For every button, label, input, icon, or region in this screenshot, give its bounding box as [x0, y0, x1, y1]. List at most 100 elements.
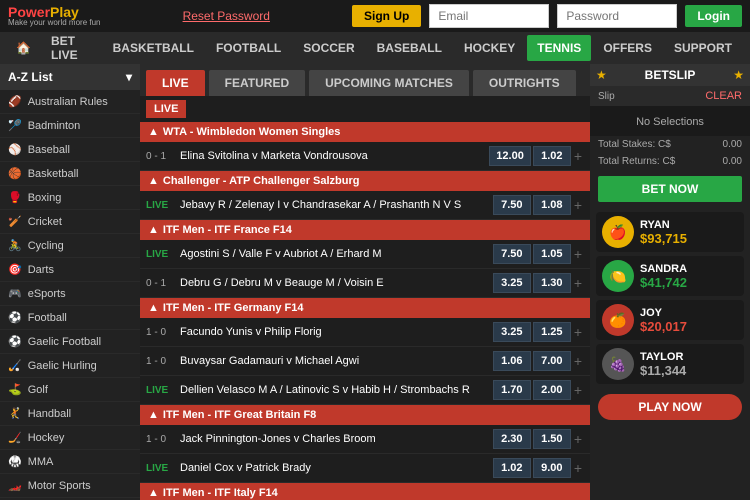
match-score: 0 - 1 — [146, 278, 174, 289]
odd-button-2[interactable]: 1.50 — [533, 429, 571, 449]
betslip-label: Slip — [598, 91, 615, 102]
odd-button-1[interactable]: 12.00 — [489, 146, 531, 166]
sidebar-item-gaelic-football[interactable]: ⚽Gaelic Football — [0, 330, 140, 354]
more-icon[interactable]: + — [572, 460, 584, 476]
chevron-down-icon: ▾ — [126, 70, 132, 84]
sidebar-item-cricket[interactable]: 🏏Cricket — [0, 210, 140, 234]
odd-button-1[interactable]: 7.50 — [493, 244, 531, 264]
sport-icon: 🏸 — [8, 119, 22, 132]
odd-button-1[interactable]: 1.70 — [493, 380, 531, 400]
tab-live[interactable]: LIVE — [146, 70, 205, 96]
collapse-icon[interactable]: ▲ — [148, 224, 159, 236]
sidebar-item-football[interactable]: ⚽Football — [0, 306, 140, 330]
sidebar-item-australian-rules[interactable]: 🏈Australian Rules — [0, 90, 140, 114]
play-now-button[interactable]: PLAY NOW — [598, 394, 742, 420]
password-input[interactable] — [557, 4, 677, 28]
nav-offers[interactable]: OFFERS — [593, 35, 662, 61]
nav-basketball[interactable]: BASKETBALL — [103, 35, 204, 61]
collapse-icon[interactable]: ▲ — [148, 126, 159, 138]
logo: PowerPlay Make your world more fun — [8, 5, 100, 27]
odd-button-2[interactable]: 1.02 — [533, 146, 571, 166]
winner-card-taylor[interactable]: 🍇 TAYLOR $11,344 — [596, 344, 744, 384]
sport-icon: 🥋 — [8, 455, 22, 468]
sidebar-item-handball[interactable]: 🤾Handball — [0, 402, 140, 426]
odd-button-1[interactable]: 3.25 — [493, 273, 531, 293]
winner-card-sandra[interactable]: 🍋 SANDRA $41,742 — [596, 256, 744, 296]
collapse-icon[interactable]: ▲ — [148, 409, 159, 421]
more-icon[interactable]: + — [572, 431, 584, 447]
clear-button[interactable]: CLEAR — [705, 90, 742, 102]
no-selections-area: No Selections — [590, 106, 750, 136]
sidebar-item-esports[interactable]: 🎮eSports — [0, 282, 140, 306]
table-row: 1 - 0 Jack Pinnington-Jones v Charles Br… — [140, 425, 590, 454]
section-challenger: ▲ Challenger - ATP Challenger Salzburg — [140, 171, 590, 191]
odd-button-2[interactable]: 2.00 — [533, 380, 571, 400]
sport-icon: 🚴 — [8, 239, 22, 252]
signup-button[interactable]: Sign Up — [352, 5, 421, 27]
odd-button-2[interactable]: 1.30 — [533, 273, 571, 293]
winner-card-joy[interactable]: 🍊 JOY $20,017 — [596, 300, 744, 340]
reset-password-link[interactable]: Reset Password — [183, 9, 270, 23]
sidebar-item-badminton[interactable]: 🏸Badminton — [0, 114, 140, 138]
odd-button-2[interactable]: 7.00 — [533, 351, 571, 371]
winner-card-ryan[interactable]: 🍎 RYAN $93,715 — [596, 212, 744, 252]
section-itf-france: ▲ ITF Men - ITF France F14 — [140, 220, 590, 240]
nav-hockey[interactable]: HOCKEY — [454, 35, 525, 61]
sidebar-item-motor-sports[interactable]: 🏎️Motor Sports — [0, 474, 140, 498]
more-icon[interactable]: + — [572, 382, 584, 398]
sidebar-item-darts[interactable]: 🎯Darts — [0, 258, 140, 282]
collapse-icon[interactable]: ▲ — [148, 302, 159, 314]
odd-button-1[interactable]: 7.50 — [493, 195, 531, 215]
tab-outrights[interactable]: OUTRIGHTS — [473, 70, 576, 96]
match-name: Debru G / Debru M v Beauge M / Voisin E — [174, 277, 492, 289]
sidebar-item-cycling[interactable]: 🚴Cycling — [0, 234, 140, 258]
match-score: 1 - 0 — [146, 327, 174, 338]
login-button[interactable]: Login — [685, 5, 742, 27]
table-row: LIVE Jebavy R / Zelenay I v Chandrasekar… — [140, 191, 590, 220]
sidebar-header[interactable]: A-Z List ▾ — [0, 64, 140, 90]
right-panel: ★ BETSLIP ★ Slip CLEAR No Selections Tot… — [590, 64, 750, 500]
more-icon[interactable]: + — [572, 148, 584, 164]
sport-icon: ⚾ — [8, 143, 22, 156]
odd-button-2[interactable]: 1.25 — [533, 322, 571, 342]
sidebar-item-gaelic-hurling[interactable]: 🏑Gaelic Hurling — [0, 354, 140, 378]
home-icon[interactable]: 🏠 — [8, 35, 39, 61]
star-icon-left: ★ — [596, 68, 607, 82]
sport-icon: 🎯 — [8, 263, 22, 276]
sidebar-item-boxing[interactable]: 🥊Boxing — [0, 186, 140, 210]
more-icon[interactable]: + — [572, 353, 584, 369]
more-icon[interactable]: + — [572, 246, 584, 262]
tab-featured[interactable]: FEATURED — [209, 70, 305, 96]
email-input[interactable] — [429, 4, 549, 28]
odd-button-1[interactable]: 2.30 — [493, 429, 531, 449]
sidebar-item-mma[interactable]: 🥋MMA — [0, 450, 140, 474]
odd-button-2[interactable]: 9.00 — [533, 458, 571, 478]
odd-button-2[interactable]: 1.05 — [533, 244, 571, 264]
sidebar-item-basketball[interactable]: 🏀Basketball — [0, 162, 140, 186]
odd-button-1[interactable]: 3.25 — [493, 322, 531, 342]
odd-button-1[interactable]: 1.02 — [493, 458, 531, 478]
match-score: 1 - 0 — [146, 434, 174, 445]
odd-button-1[interactable]: 1.06 — [493, 351, 531, 371]
collapse-icon[interactable]: ▲ — [148, 487, 159, 499]
nav-soccer[interactable]: SOCCER — [293, 35, 364, 61]
sport-icon: 🤾 — [8, 407, 22, 420]
match-name: Agostini S / Valle F v Aubriot A / Erhar… — [174, 248, 492, 260]
tab-upcoming[interactable]: UPCOMING MATCHES — [309, 70, 469, 96]
odd-button-2[interactable]: 1.08 — [533, 195, 571, 215]
top-bar-center: Reset Password — [108, 9, 344, 23]
sidebar-item-golf[interactable]: ⛳Golf — [0, 378, 140, 402]
nav-football[interactable]: FOOTBALL — [206, 35, 291, 61]
bet-now-button[interactable]: BET NOW — [598, 176, 742, 202]
nav-bet-live[interactable]: BET LIVE — [41, 28, 101, 68]
nav-baseball[interactable]: BASEBALL — [367, 35, 452, 61]
sidebar-item-hockey[interactable]: 🏒Hockey — [0, 426, 140, 450]
nav-tennis[interactable]: TENNIS — [527, 35, 591, 61]
more-icon[interactable]: + — [572, 324, 584, 340]
more-icon[interactable]: + — [572, 275, 584, 291]
section-itf-italy: ▲ ITF Men - ITF Italy F14 — [140, 483, 590, 500]
nav-support[interactable]: SUPPORT — [664, 35, 742, 61]
more-icon[interactable]: + — [572, 197, 584, 213]
collapse-icon[interactable]: ▲ — [148, 175, 159, 187]
sidebar-item-baseball[interactable]: ⚾Baseball — [0, 138, 140, 162]
